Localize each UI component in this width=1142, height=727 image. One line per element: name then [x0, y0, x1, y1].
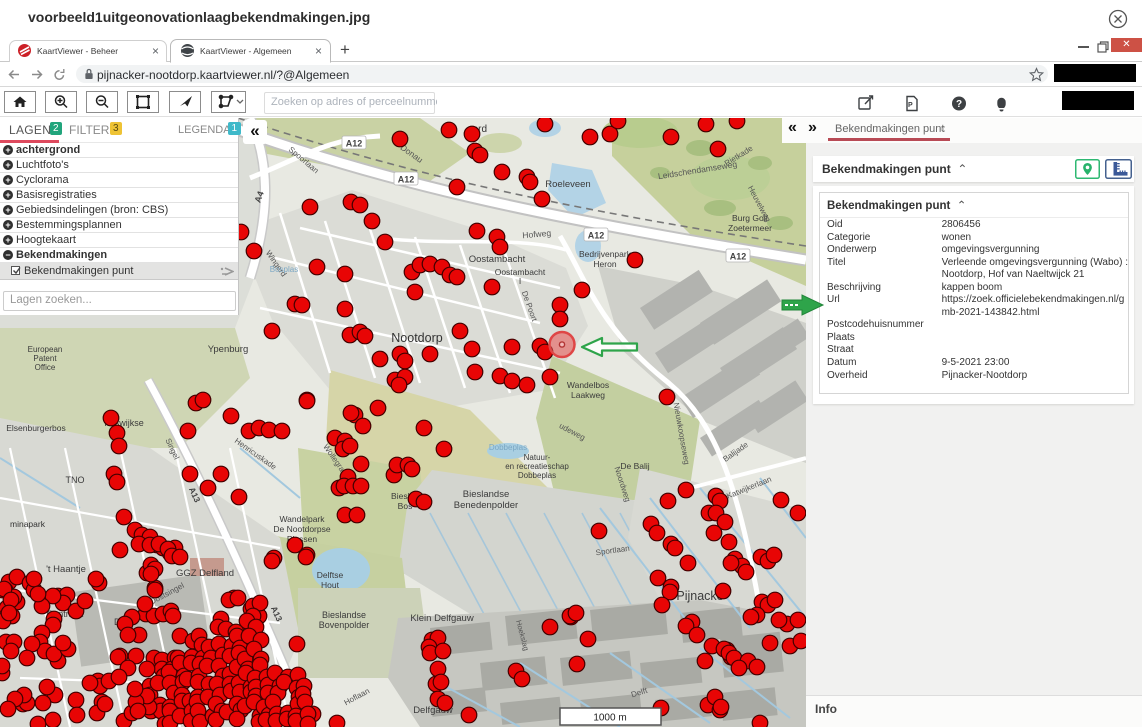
svg-text:A12: A12 [398, 175, 415, 185]
svg-text:en recreatieschap: en recreatieschap [505, 462, 569, 471]
svg-text:Dobbeplas: Dobbeplas [518, 471, 556, 480]
svg-text:P: P [908, 102, 913, 109]
svg-text:Bedrijvenpark: Bedrijvenpark [579, 249, 632, 259]
svg-text:Oostambacht: Oostambacht [469, 254, 526, 265]
svg-text:Laakweg: Laakweg [571, 390, 605, 400]
svg-text:European: European [28, 345, 63, 354]
svg-text:A12: A12 [346, 139, 363, 149]
svg-text:Bieslandse: Bieslandse [463, 489, 509, 500]
svg-text:Office: Office [35, 363, 56, 372]
svg-text:?: ? [956, 99, 962, 110]
svg-text:'t Haantje: 't Haantje [46, 564, 86, 575]
svg-text:Heron: Heron [593, 259, 616, 269]
svg-text:De Balij: De Balij [620, 461, 649, 471]
svg-text:Roeleveen: Roeleveen [545, 179, 590, 190]
svg-text:I: I [519, 276, 521, 286]
svg-text:minapark: minapark [10, 519, 46, 529]
svg-text:Hout: Hout [321, 580, 340, 590]
svg-text:A12: A12 [588, 231, 605, 241]
svg-text:Natuur-: Natuur- [524, 453, 551, 462]
svg-text:Bosplas: Bosplas [270, 265, 298, 274]
svg-text:Ypenburg: Ypenburg [208, 344, 249, 355]
svg-text:Nootdorp: Nootdorp [391, 331, 442, 345]
svg-text:TNO: TNO [66, 475, 85, 485]
svg-text:Zoetermeer: Zoetermeer [728, 223, 772, 233]
svg-text:A12: A12 [730, 252, 747, 262]
svg-text:Klein Delfgauw: Klein Delfgauw [410, 613, 474, 624]
svg-text:Delftse: Delftse [317, 570, 344, 580]
svg-text:Bieslandse: Bieslandse [322, 610, 366, 620]
svg-text:Wandelbos: Wandelbos [567, 380, 609, 390]
svg-text:De Nootdorpse: De Nootdorpse [273, 524, 330, 534]
svg-text:Elsenburgerbos: Elsenburgerbos [6, 423, 66, 433]
svg-text:1000 m: 1000 m [593, 713, 626, 724]
svg-text:Benedenpolder: Benedenpolder [454, 500, 518, 511]
svg-text:Patent: Patent [33, 354, 57, 363]
svg-text:Wandelpark: Wandelpark [279, 514, 325, 524]
svg-text:Bovenpolder: Bovenpolder [319, 620, 370, 630]
svg-text:GGZ Delfland: GGZ Delfland [176, 568, 234, 579]
svg-text:Dobbeplas: Dobbeplas [489, 443, 527, 452]
